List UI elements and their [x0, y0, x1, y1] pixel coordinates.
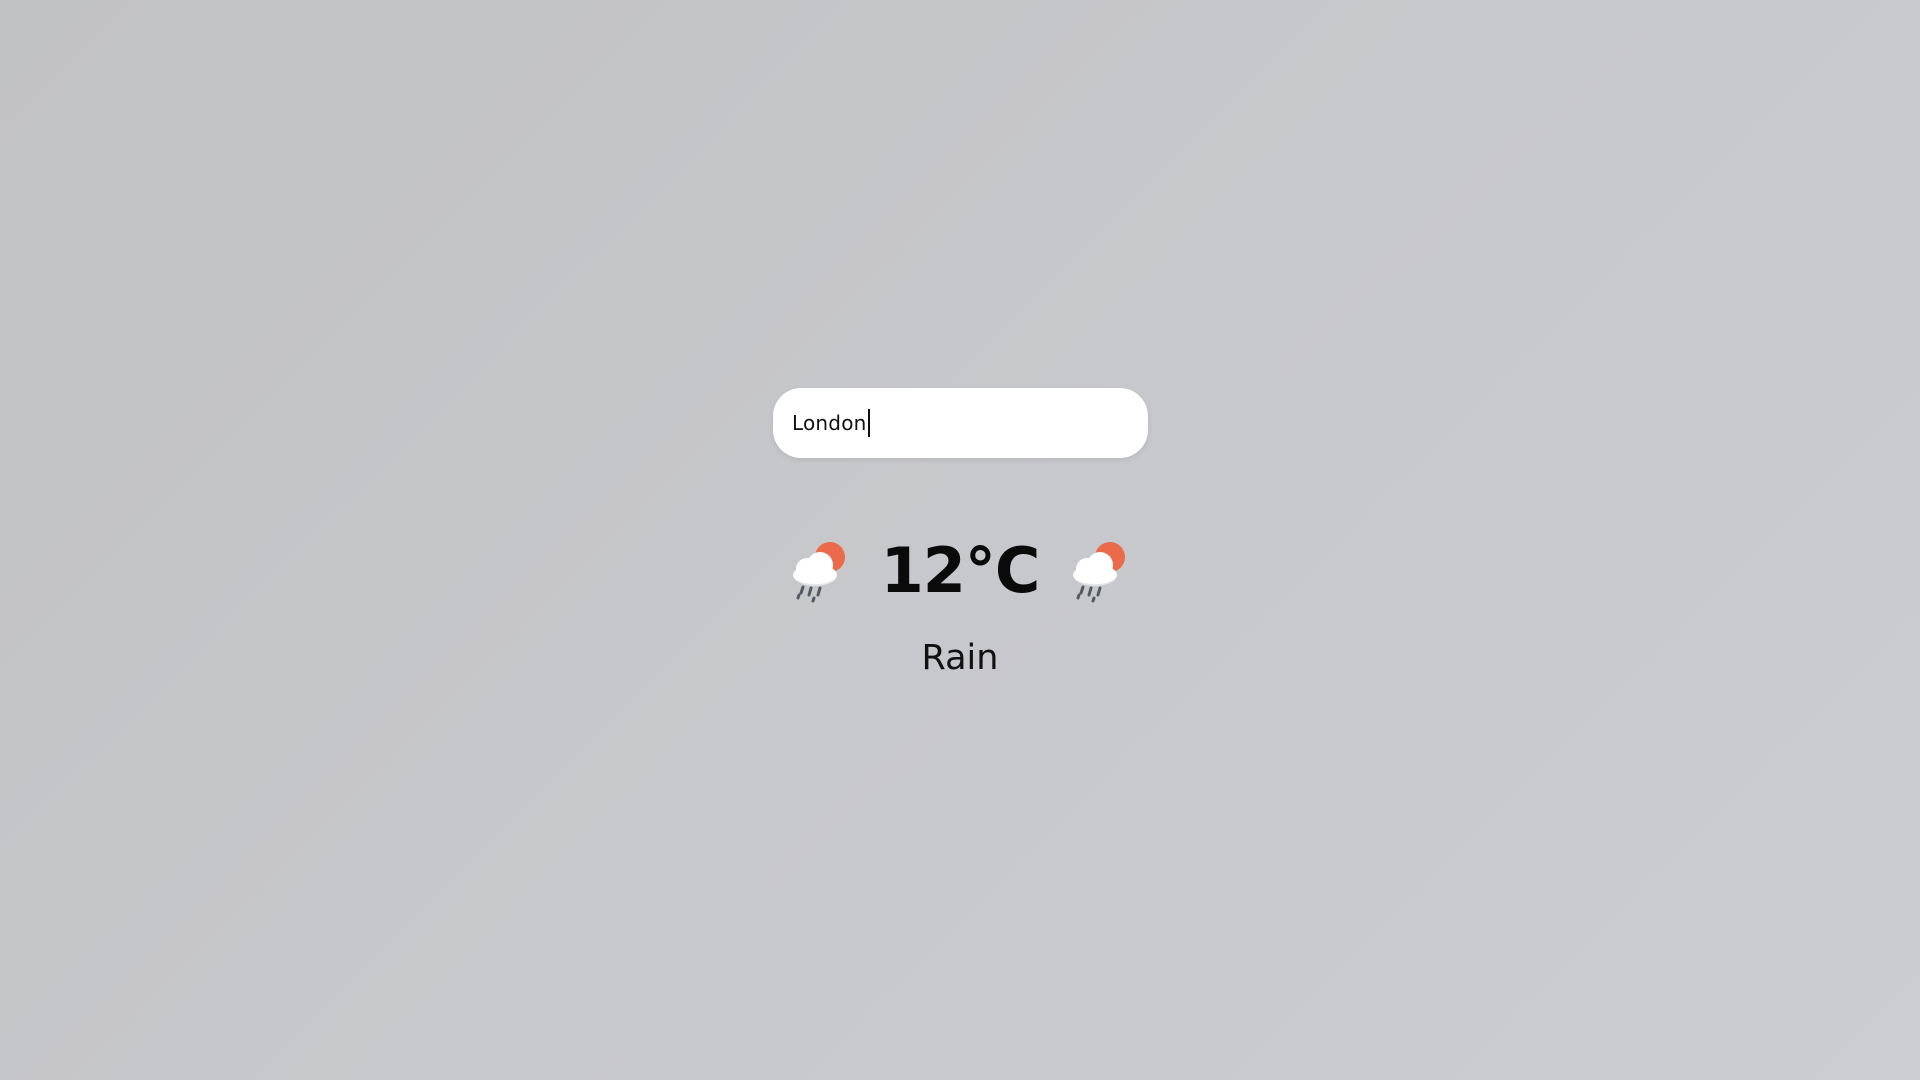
sun-cloud-rain-icon: [792, 542, 845, 603]
weather-summary: 12°C: [0, 525, 1920, 615]
search-input-value: London: [792, 411, 867, 435]
weather-app: London 12°C Rain: [0, 0, 1920, 1080]
city-search-input[interactable]: London: [773, 388, 1148, 458]
text-caret: [867, 409, 870, 437]
temperature-value: 12°C: [880, 533, 1041, 607]
weather-condition: Rain: [921, 638, 999, 678]
sun-cloud-rain-icon: [1073, 542, 1126, 603]
